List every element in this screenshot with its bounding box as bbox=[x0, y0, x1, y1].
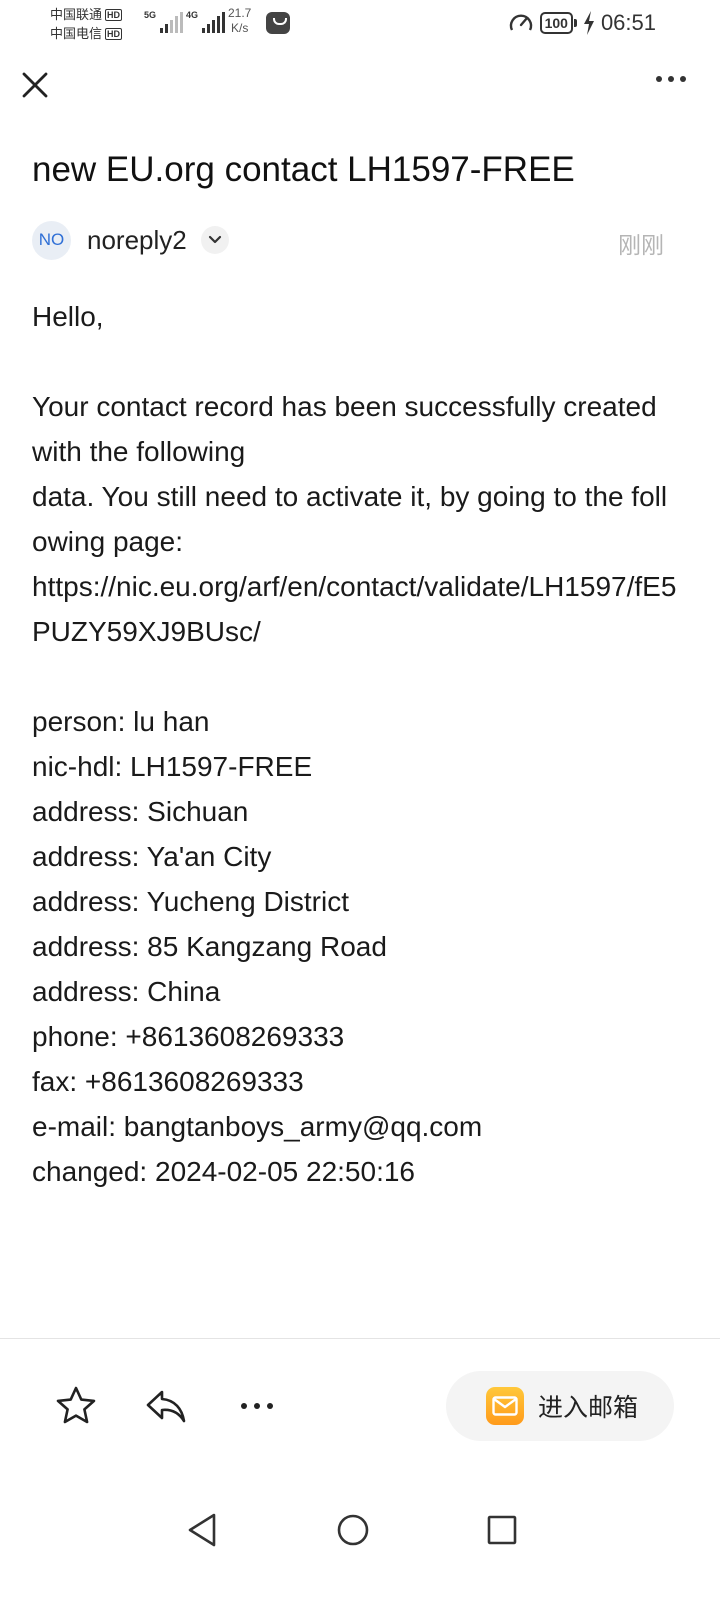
more-horizontal-icon bbox=[656, 76, 662, 82]
carrier-1: 中国联通 bbox=[50, 7, 103, 22]
field-changed: changed: 2024-02-05 22:50:16 bbox=[32, 1156, 415, 1187]
nav-home-button[interactable] bbox=[331, 1508, 375, 1552]
field-phone: phone: +8613608269333 bbox=[32, 1021, 345, 1052]
hd-badge: HD bbox=[105, 27, 123, 40]
speedometer-icon bbox=[509, 14, 532, 31]
nav-recents-button[interactable] bbox=[480, 1508, 524, 1552]
clock: 06:51 bbox=[600, 10, 656, 35]
field-person: person: lu han bbox=[32, 706, 210, 737]
back-triangle-icon bbox=[188, 1513, 216, 1547]
field-address: address: Sichuan bbox=[32, 796, 249, 827]
home-circle-icon bbox=[337, 1514, 369, 1546]
battery-icon: 100 bbox=[539, 12, 577, 34]
reply-icon bbox=[146, 1390, 186, 1423]
close-icon bbox=[22, 72, 48, 98]
intro-line-1: Your contact record has been successfull… bbox=[32, 391, 657, 467]
star-icon bbox=[56, 1386, 96, 1424]
avatar[interactable]: NO bbox=[32, 220, 71, 260]
field-fax: fax: +8613608269333 bbox=[32, 1066, 304, 1097]
chevron-down-icon bbox=[208, 235, 221, 244]
sender-name[interactable]: noreply2 bbox=[87, 225, 187, 256]
recents-square-icon bbox=[487, 1515, 517, 1545]
hd-badge: HD bbox=[105, 8, 123, 21]
mail-icon bbox=[486, 1387, 524, 1425]
status-bar: 中国联通 HD 中国电信 HD 5G 4G 21.7 K/s 100 06:51 bbox=[0, 0, 720, 48]
field-address: address: 85 Kangzang Road bbox=[32, 931, 387, 962]
signal-5g-icon: 5G bbox=[144, 10, 184, 33]
star-button[interactable] bbox=[54, 1384, 98, 1428]
validation-link[interactable]: https://nic.eu.org/arf/en/contact/valida… bbox=[32, 571, 676, 647]
sender-row: NO noreply2 bbox=[32, 220, 229, 260]
more-actions-button[interactable] bbox=[236, 1384, 280, 1428]
shopping-bag-icon bbox=[266, 12, 290, 34]
enter-mailbox-button[interactable]: 进入邮箱 bbox=[446, 1371, 674, 1441]
network-speed: 21.7 K/s bbox=[228, 6, 252, 35]
field-address: address: Ya'an City bbox=[32, 841, 272, 872]
greeting: Hello, bbox=[32, 301, 104, 332]
close-button[interactable] bbox=[18, 68, 52, 102]
reply-button[interactable] bbox=[144, 1384, 188, 1428]
email-body: Hello, Your contact record has been succ… bbox=[32, 294, 682, 1194]
signal-4g-icon: 4G bbox=[186, 10, 226, 33]
status-right: 100 06:51 bbox=[508, 10, 656, 36]
carrier-2: 中国电信 bbox=[50, 26, 103, 41]
toolbar-divider bbox=[0, 1338, 720, 1339]
nav-back-button[interactable] bbox=[180, 1508, 224, 1552]
field-email: e-mail: bangtanboys_army@qq.com bbox=[32, 1111, 483, 1142]
expand-sender-button[interactable] bbox=[200, 226, 229, 254]
more-options-button[interactable] bbox=[656, 76, 686, 82]
received-time: 刚刚 bbox=[618, 232, 664, 258]
more-horizontal-icon bbox=[241, 1403, 273, 1409]
field-nic-hdl: nic-hdl: LH1597-FREE bbox=[32, 751, 313, 782]
field-address: address: China bbox=[32, 976, 221, 1007]
field-address: address: Yucheng District bbox=[32, 886, 349, 917]
carrier-info: 中国联通 HD 中国电信 HD bbox=[50, 5, 123, 43]
enter-mailbox-label: 进入邮箱 bbox=[538, 1393, 639, 1422]
charging-bolt-icon bbox=[583, 11, 594, 35]
intro-line-2: data. You still need to activate it, by … bbox=[32, 481, 668, 557]
email-subject: new EU.org contact LH1597-FREE bbox=[32, 150, 575, 189]
